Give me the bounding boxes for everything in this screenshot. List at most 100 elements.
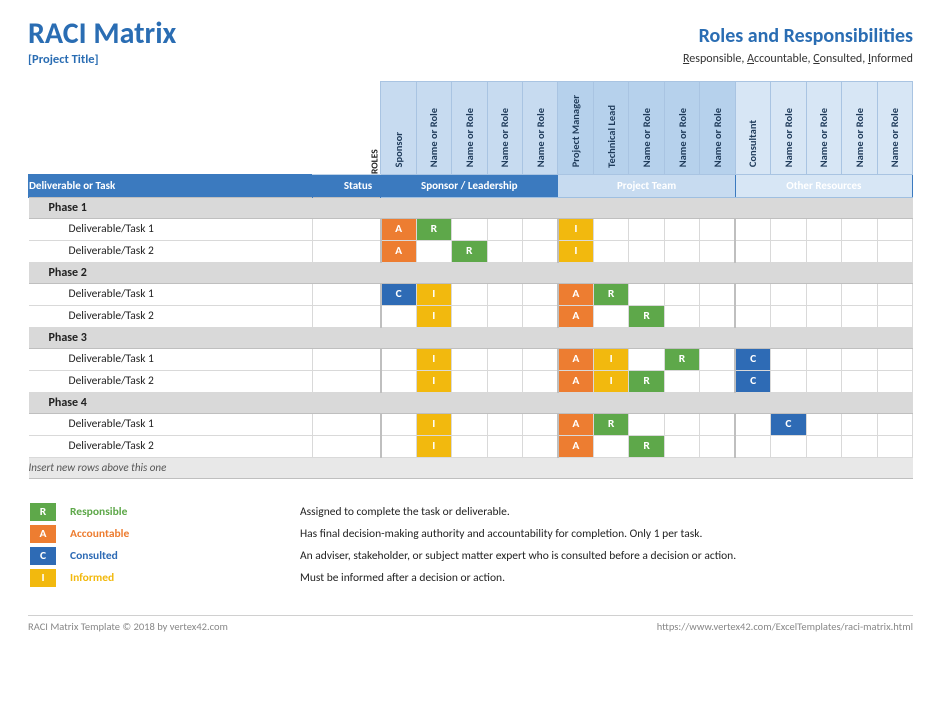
task-status[interactable] [312, 370, 381, 392]
raci-cell[interactable] [735, 218, 770, 240]
raci-cell[interactable] [593, 218, 628, 240]
raci-cell[interactable] [806, 435, 841, 457]
raci-cell[interactable] [877, 370, 913, 392]
raci-cell[interactable]: I [593, 348, 628, 370]
raci-cell[interactable] [700, 218, 735, 240]
raci-cell[interactable] [629, 283, 664, 305]
raci-cell[interactable] [700, 370, 735, 392]
task-name[interactable]: Deliverable/Task 1 [29, 218, 313, 240]
role-header[interactable]: Name or Role [629, 81, 664, 174]
role-header[interactable]: Name or Role [664, 81, 699, 174]
role-header[interactable]: Name or Role [487, 81, 522, 174]
raci-cell[interactable] [487, 435, 522, 457]
raci-cell[interactable] [842, 413, 877, 435]
raci-cell[interactable] [522, 218, 557, 240]
raci-cell[interactable] [487, 283, 522, 305]
raci-cell[interactable] [664, 218, 699, 240]
role-header[interactable]: Name or Role [771, 81, 806, 174]
task-name[interactable]: Deliverable/Task 2 [29, 240, 313, 262]
raci-cell[interactable] [806, 370, 841, 392]
raci-cell[interactable] [700, 305, 735, 327]
raci-cell[interactable]: A [558, 413, 593, 435]
raci-cell[interactable] [771, 348, 806, 370]
raci-cell[interactable]: A [558, 283, 593, 305]
raci-cell[interactable] [806, 240, 841, 262]
raci-cell[interactable] [771, 240, 806, 262]
raci-cell[interactable] [487, 218, 522, 240]
raci-cell[interactable] [381, 413, 416, 435]
raci-cell[interactable] [700, 435, 735, 457]
task-name[interactable]: Deliverable/Task 2 [29, 435, 313, 457]
raci-cell[interactable] [522, 370, 557, 392]
role-header[interactable]: Consultant [735, 81, 770, 174]
role-header[interactable]: Name or Role [877, 81, 913, 174]
role-header[interactable]: Technical Lead [593, 81, 628, 174]
raci-cell[interactable]: R [629, 370, 664, 392]
raci-cell[interactable] [735, 240, 770, 262]
raci-cell[interactable] [735, 413, 770, 435]
raci-cell[interactable] [771, 218, 806, 240]
raci-cell[interactable] [842, 283, 877, 305]
raci-cell[interactable]: A [558, 348, 593, 370]
raci-cell[interactable] [700, 348, 735, 370]
raci-cell[interactable] [452, 218, 487, 240]
raci-cell[interactable] [452, 413, 487, 435]
raci-cell[interactable]: C [771, 413, 806, 435]
raci-cell[interactable]: R [452, 240, 487, 262]
raci-cell[interactable] [629, 218, 664, 240]
raci-cell[interactable] [629, 348, 664, 370]
raci-cell[interactable] [522, 305, 557, 327]
raci-cell[interactable] [452, 370, 487, 392]
raci-cell[interactable] [522, 283, 557, 305]
raci-cell[interactable]: I [416, 305, 451, 327]
role-header[interactable]: Name or Role [700, 81, 735, 174]
raci-cell[interactable] [771, 283, 806, 305]
raci-cell[interactable]: I [558, 240, 593, 262]
raci-cell[interactable] [806, 305, 841, 327]
task-status[interactable] [312, 218, 381, 240]
task-name[interactable]: Deliverable/Task 1 [29, 283, 313, 305]
raci-cell[interactable] [629, 413, 664, 435]
raci-cell[interactable] [877, 240, 913, 262]
role-header[interactable]: Name or Role [416, 81, 451, 174]
raci-cell[interactable]: I [416, 348, 451, 370]
task-name[interactable]: Deliverable/Task 2 [29, 370, 313, 392]
raci-cell[interactable]: I [416, 413, 451, 435]
raci-cell[interactable]: A [381, 240, 416, 262]
raci-cell[interactable]: C [735, 348, 770, 370]
raci-cell[interactable] [877, 283, 913, 305]
raci-cell[interactable] [806, 283, 841, 305]
raci-cell[interactable] [842, 435, 877, 457]
raci-cell[interactable] [806, 413, 841, 435]
raci-cell[interactable] [664, 283, 699, 305]
raci-cell[interactable]: R [416, 218, 451, 240]
raci-cell[interactable] [735, 435, 770, 457]
raci-cell[interactable] [522, 348, 557, 370]
raci-cell[interactable] [664, 370, 699, 392]
raci-cell[interactable] [381, 348, 416, 370]
raci-cell[interactable]: I [416, 283, 451, 305]
raci-cell[interactable] [629, 240, 664, 262]
raci-cell[interactable] [735, 305, 770, 327]
raci-cell[interactable] [487, 240, 522, 262]
raci-cell[interactable]: R [629, 305, 664, 327]
raci-cell[interactable] [877, 348, 913, 370]
role-header[interactable]: Name or Role [806, 81, 841, 174]
raci-cell[interactable]: A [558, 370, 593, 392]
raci-cell[interactable] [664, 240, 699, 262]
raci-cell[interactable] [842, 218, 877, 240]
raci-cell[interactable] [593, 435, 628, 457]
raci-cell[interactable] [452, 435, 487, 457]
raci-cell[interactable] [664, 435, 699, 457]
raci-cell[interactable]: C [735, 370, 770, 392]
raci-cell[interactable] [593, 240, 628, 262]
raci-cell[interactable] [700, 413, 735, 435]
raci-cell[interactable]: R [593, 413, 628, 435]
role-header[interactable]: Name or Role [522, 81, 557, 174]
raci-cell[interactable] [877, 435, 913, 457]
raci-cell[interactable] [806, 218, 841, 240]
raci-cell[interactable]: R [593, 283, 628, 305]
raci-cell[interactable] [522, 240, 557, 262]
raci-cell[interactable] [593, 305, 628, 327]
task-name[interactable]: Deliverable/Task 2 [29, 305, 313, 327]
